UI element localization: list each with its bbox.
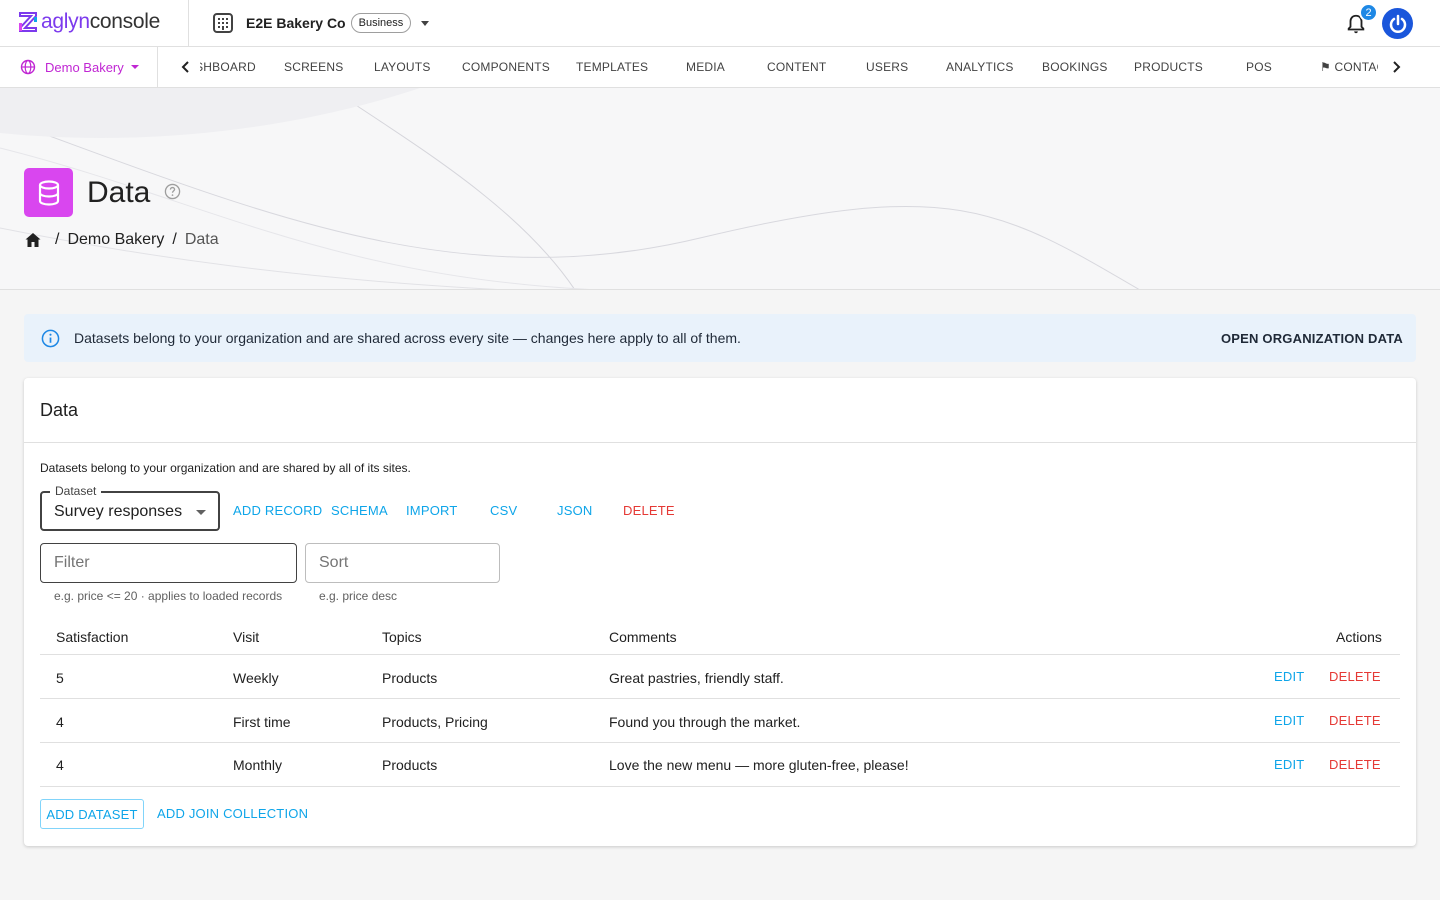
cell-topics: Products [382, 757, 438, 773]
divider [188, 0, 189, 47]
tab-content[interactable]: CONTENT [767, 60, 826, 74]
delete-row-button[interactable]: DELETE [1329, 713, 1381, 728]
building-icon [213, 13, 233, 33]
globe-icon [20, 59, 36, 75]
dataset-select[interactable]: Dataset Survey responses [40, 484, 220, 531]
cell-visit: Weekly [233, 670, 279, 686]
cell-visit: Monthly [233, 757, 283, 773]
cell-topics: Products [382, 670, 438, 686]
edit-row-button[interactable]: EDIT [1274, 713, 1304, 728]
page-header: Data / Demo Bakery / Data [0, 88, 1440, 290]
page-title: Data [87, 176, 151, 209]
cell-comments: Great pastries, friendly staff. [609, 670, 784, 686]
edit-row-button[interactable]: EDIT [1274, 757, 1304, 772]
cell-satisfaction: 5 [56, 670, 64, 686]
breadcrumb-separator: / [172, 231, 177, 248]
power-icon [1389, 14, 1406, 33]
nav-tabs: DASHBOARD SCREENS LAYOUTS COMPONENTS TEM… [200, 47, 1378, 87]
site-nav-bar: Demo Bakery DASHBOARD SCREENS LAYOUTS CO… [0, 47, 1440, 88]
sort-input[interactable] [305, 543, 500, 583]
tab-screens[interactable]: SCREENS [284, 60, 343, 74]
delete-row-button[interactable]: DELETE [1329, 757, 1381, 772]
dataset-label: Dataset [50, 484, 102, 498]
aglyn-logo-icon [19, 12, 37, 32]
site-switcher[interactable]: Demo Bakery [0, 47, 158, 87]
breadcrumb-current: Data [184, 231, 219, 248]
column-header-actions: Actions [1336, 629, 1382, 645]
tab-users[interactable]: USERS [866, 60, 908, 74]
dataset-value: Survey responses [54, 503, 183, 520]
export-json-button[interactable]: JSON [557, 503, 592, 518]
logo-text: aglynconsole [41, 11, 160, 33]
top-app-bar: aglynconsole E2E Bakery Co Business 2 [0, 0, 1440, 47]
plan-badge: Business [350, 13, 412, 33]
breadcrumb-separator: / [55, 231, 60, 248]
add-dataset-button[interactable]: ADD DATASET [40, 799, 144, 829]
cell-topics: Products, Pricing [382, 714, 488, 730]
add-join-collection-button[interactable]: ADD JOIN COLLECTION [157, 806, 308, 821]
divider [40, 742, 1400, 743]
breadcrumb-site-link[interactable]: Demo Bakery [67, 231, 164, 249]
column-header-visit[interactable]: Visit [233, 629, 259, 645]
import-button[interactable]: IMPORT [406, 503, 458, 518]
cell-visit: First time [233, 714, 291, 730]
cell-satisfaction: 4 [56, 757, 64, 773]
tab-layouts[interactable]: LAYOUTS [374, 60, 431, 74]
chevron-right-icon[interactable] [1386, 57, 1406, 77]
delete-row-button[interactable]: DELETE [1329, 669, 1381, 684]
tab-contact[interactable]: ⚑ CONTACT [1320, 60, 1378, 74]
column-header-comments[interactable]: Comments [609, 629, 677, 645]
export-csv-button[interactable]: CSV [490, 503, 517, 518]
divider [40, 698, 1400, 699]
divider [40, 654, 1400, 655]
cell-satisfaction: 4 [56, 714, 64, 730]
org-name: E2E Bakery Co [246, 15, 346, 31]
card-description: Datasets belong to your organization and… [40, 461, 411, 475]
breadcrumb: / Demo Bakery / Data [24, 231, 219, 249]
card-title: Data [40, 400, 79, 420]
help-icon[interactable] [164, 183, 181, 200]
add-record-button[interactable]: ADD RECORD [233, 503, 322, 518]
app-logo[interactable]: aglynconsole [17, 11, 160, 33]
site-name: Demo Bakery [45, 59, 124, 75]
info-banner: Datasets belong to your organization and… [24, 314, 1416, 362]
column-header-satisfaction[interactable]: Satisfaction [56, 629, 128, 645]
caret-down-icon [130, 65, 139, 69]
logo-brand: aglyn [41, 10, 90, 33]
tab-dashboard[interactable]: DASHBOARD [200, 60, 256, 74]
filter-hint: e.g. price <= 20 · applies to loaded rec… [54, 589, 283, 603]
caret-down-icon [196, 510, 206, 515]
delete-dataset-button[interactable]: DELETE [623, 503, 675, 518]
header-background-decoration [0, 88, 1140, 289]
filter-input[interactable] [40, 543, 297, 583]
column-header-topics[interactable]: Topics [382, 629, 422, 645]
divider [40, 786, 1400, 787]
chevron-left-icon[interactable] [176, 57, 196, 77]
tab-analytics[interactable]: ANALYTICS [946, 60, 1014, 74]
tab-products[interactable]: PRODUCTS [1134, 60, 1203, 74]
home-icon[interactable] [24, 231, 42, 249]
banner-message: Datasets belong to your organization and… [74, 330, 741, 346]
sort-hint: e.g. price desc [319, 589, 398, 603]
account-button[interactable] [1382, 8, 1413, 39]
schema-button[interactable]: SCHEMA [331, 503, 388, 518]
org-switcher[interactable]: E2E Bakery Co Business [212, 12, 430, 34]
tab-media[interactable]: MEDIA [686, 60, 725, 74]
tab-components[interactable]: COMPONENTS [462, 60, 550, 74]
tab-bookings[interactable]: BOOKINGS [1042, 60, 1108, 74]
cell-comments: Found you through the market. [609, 714, 801, 730]
cell-comments: Love the new menu — more gluten-free, pl… [609, 757, 909, 773]
info-icon [41, 329, 60, 348]
logo-suffix: console [89, 10, 161, 33]
data-card: Data Datasets belong to your organizatio… [24, 378, 1416, 846]
divider [24, 442, 1416, 443]
tab-pos[interactable]: POS [1246, 60, 1272, 74]
edit-row-button[interactable]: EDIT [1274, 669, 1304, 684]
tab-templates[interactable]: TEMPLATES [576, 60, 648, 74]
database-icon [24, 168, 73, 217]
notification-count-badge: 2 [1359, 3, 1378, 22]
open-organization-data-button[interactable]: OPEN ORGANIZATION DATA [1221, 331, 1403, 346]
caret-down-icon [421, 20, 430, 26]
